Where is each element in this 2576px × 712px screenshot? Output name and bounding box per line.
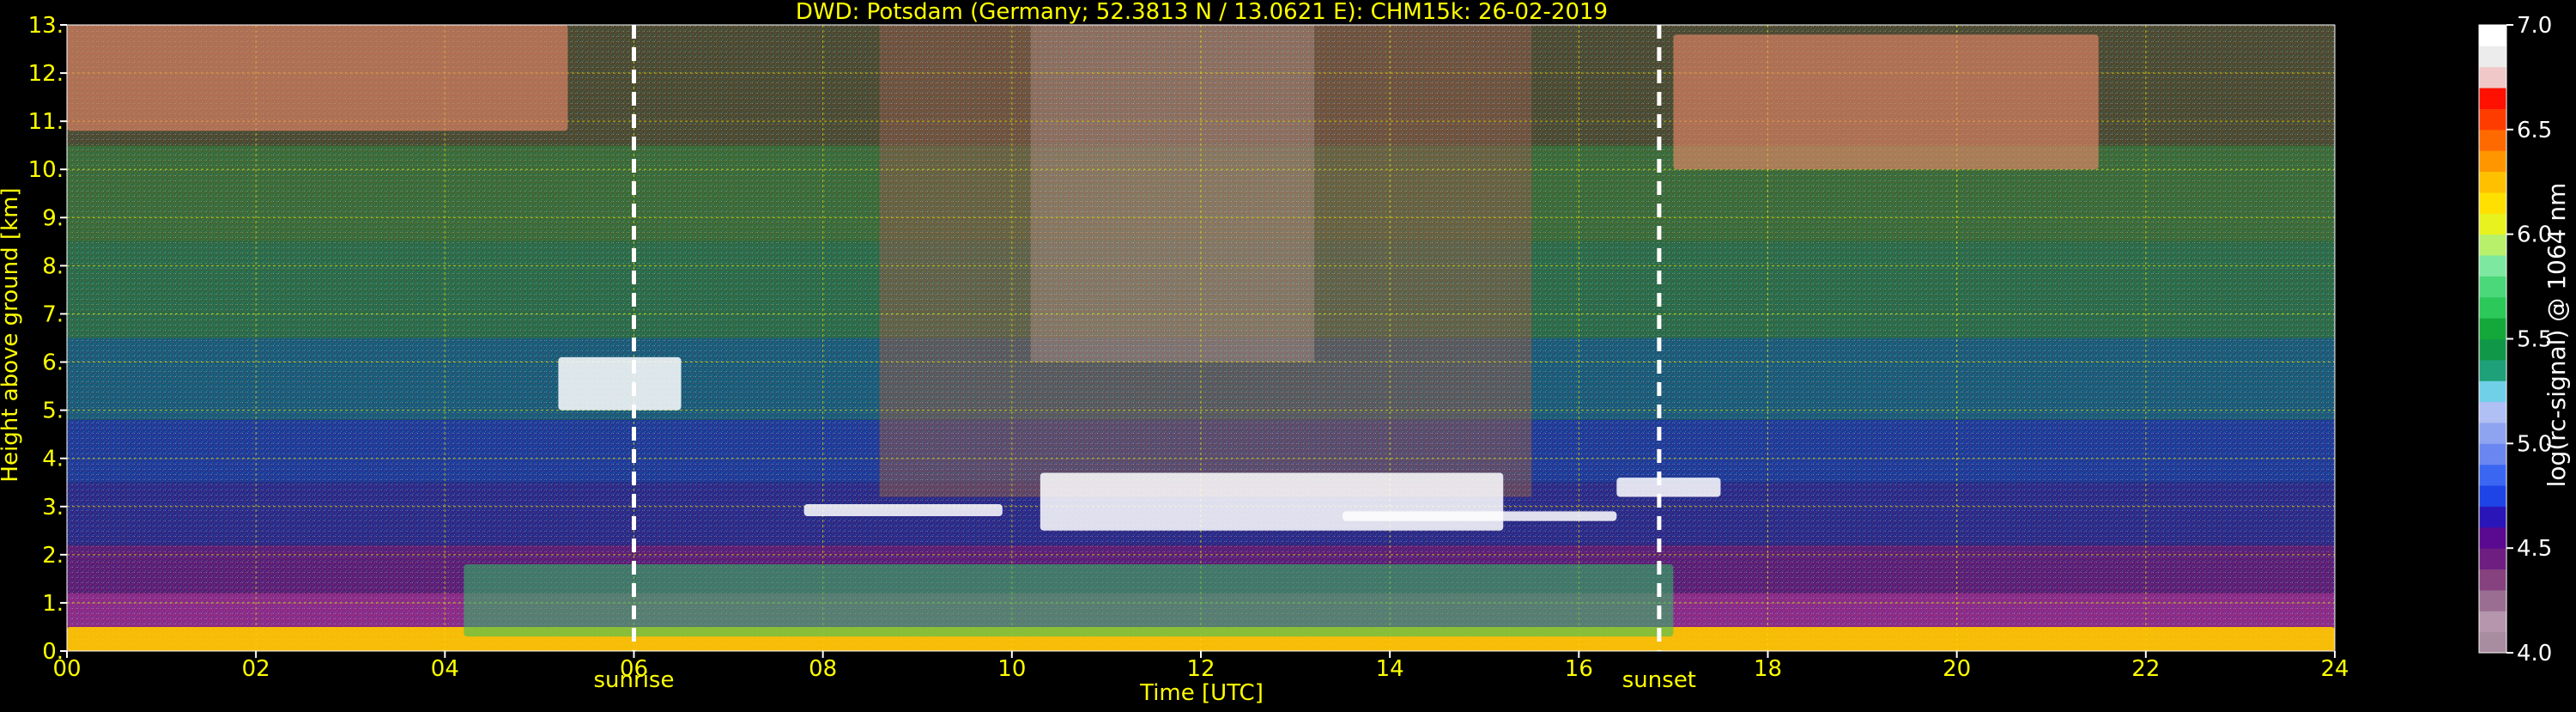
cloud-layer	[1039, 472, 1504, 531]
colorbar: 4.04.55.05.56.06.57.0	[2478, 13, 2552, 666]
y-tick-label: 11.	[28, 109, 64, 135]
colorbar-segment	[2479, 234, 2506, 256]
colorbar-segment	[2479, 631, 2506, 654]
colorbar-segment	[2479, 318, 2506, 339]
y-tick-label: 9.	[42, 205, 64, 231]
colorbar-segment	[2479, 569, 2506, 591]
colorbar-segment	[2479, 589, 2506, 612]
colorbar-segment	[2479, 296, 2506, 319]
colorbar-segment	[2479, 150, 2506, 173]
colorbar-segment	[2479, 213, 2506, 235]
y-tick-label: 10.	[28, 157, 64, 183]
y-tick-label: 1.	[42, 591, 64, 617]
colorbar-segment	[2479, 380, 2506, 403]
colorbar-segment	[2479, 46, 2506, 68]
y-tick-label: 2.	[42, 543, 64, 569]
colorbar-segment	[2479, 129, 2506, 151]
y-tick-label: 13.	[28, 13, 64, 39]
y-axis-label: Height above ground [km]	[0, 187, 23, 482]
cloud-layer	[1673, 34, 2099, 170]
cloud-layer	[558, 356, 682, 411]
colorbar-segment	[2479, 276, 2506, 298]
colorbar-tick-label: 7.0	[2517, 13, 2552, 39]
cloud-layer	[1343, 511, 1617, 521]
x-axis-label: Time [UTC]	[1139, 680, 1264, 706]
x-tick-label: 06	[620, 656, 648, 682]
colorbar-segment	[2479, 108, 2506, 131]
colorbar-segment	[2479, 88, 2506, 109]
x-tick-label: 08	[809, 656, 837, 682]
y-tick-label: 12.	[28, 61, 64, 87]
cloud-layer	[803, 503, 1003, 516]
colorbar-segment	[2479, 66, 2506, 88]
colorbar-segment	[2479, 25, 2506, 46]
annotation-label: sunset	[1622, 667, 1696, 693]
colorbar-tick-label: 6.5	[2517, 118, 2552, 143]
y-tick-label: 7.	[42, 301, 64, 327]
colorbar-tick-label: 4.0	[2517, 641, 2552, 666]
colorbar-segment	[2479, 338, 2506, 361]
colorbar-segment	[2479, 422, 2506, 444]
colorbar-segment	[2479, 506, 2506, 528]
colorbar-segment	[2479, 401, 2506, 423]
colorbar-segment	[2479, 464, 2506, 486]
colorbar-segment	[2479, 526, 2506, 549]
y-tick-label: 6.	[42, 350, 64, 376]
x-tick-label: 04	[431, 656, 459, 682]
x-tick-label: 18	[1754, 656, 1782, 682]
colorbar-tick-label: 4.5	[2517, 536, 2552, 562]
chart-title: DWD: Potsdam (Germany; 52.3813 N / 13.06…	[796, 0, 1608, 25]
lidar-figure: sunrise sunset 00 02 04 06 08 10 12 14 16 18 20 22 24…	[0, 0, 2576, 708]
y-tick-label: 8.	[42, 253, 64, 279]
y-tick-label: 5.	[42, 399, 64, 424]
colorbar-segment	[2479, 171, 2506, 193]
colorbar-segment	[2479, 548, 2506, 570]
y-tick-label: 0.	[42, 639, 64, 665]
x-tick-label: 10	[997, 656, 1026, 682]
colorbar-segment	[2479, 255, 2506, 277]
colorbar-segment	[2479, 359, 2506, 381]
cloud-layer	[1616, 478, 1721, 497]
cloud-layer	[464, 564, 1674, 637]
x-tick-label: 24	[2320, 656, 2349, 682]
colorbar-segment	[2479, 611, 2506, 633]
x-tick-label: 12	[1186, 656, 1215, 682]
y-tick-label: 4.	[42, 447, 64, 472]
x-tick-label: 02	[242, 656, 270, 682]
x-tick-label: 16	[1565, 656, 1593, 682]
y-tick-label: 3.	[42, 495, 64, 520]
colorbar-label: log(rc-signal) @ 1064 nm	[2543, 183, 2571, 488]
cloud-layer	[67, 25, 568, 131]
chart-svg: sunrise sunset 00 02 04 06 08 10 12 14 16 18 20 22 24…	[0, 0, 2571, 706]
colorbar-segment	[2479, 485, 2506, 507]
colorbar-segment	[2479, 443, 2506, 466]
colorbar-segment	[2479, 192, 2506, 214]
x-tick-label: 22	[2131, 656, 2160, 682]
x-tick-label: 14	[1376, 656, 1404, 682]
x-tick-label: 20	[1943, 656, 1971, 682]
